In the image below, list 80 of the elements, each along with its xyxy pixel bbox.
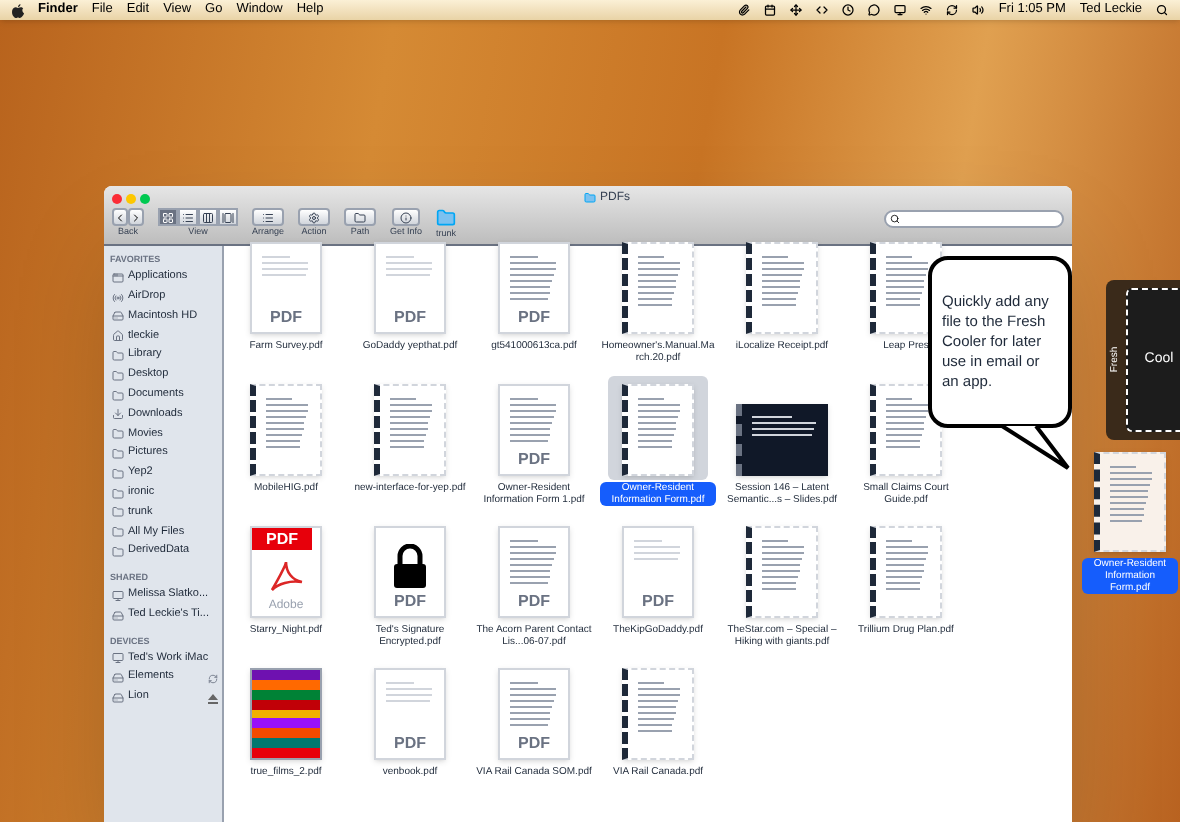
- pdf-label: PDF: [394, 736, 426, 752]
- chevron-left-icon: [114, 211, 126, 223]
- info-icon: [400, 211, 413, 223]
- folder-icon: [112, 448, 124, 461]
- column-view-button[interactable]: [198, 208, 218, 226]
- pdf-label: PDF: [518, 594, 550, 610]
- folder-icon: [584, 192, 596, 204]
- spiral-document-thumbnail: [746, 242, 818, 334]
- column-view-icon: [202, 211, 214, 223]
- folder-icon: [112, 389, 124, 402]
- folder-icon: [112, 350, 124, 363]
- cover-flow-button[interactable]: [218, 208, 238, 226]
- monitor-icon: [112, 652, 124, 665]
- code-icon[interactable]: [816, 4, 829, 16]
- volume-icon[interactable]: [972, 4, 985, 16]
- hard-drive-icon: [112, 310, 124, 323]
- gear-icon: [308, 211, 321, 223]
- cover-flow-icon: [222, 211, 234, 223]
- drive-icon: [112, 609, 124, 622]
- folder-icon: [112, 526, 124, 539]
- forward-button[interactable]: [128, 208, 144, 226]
- spiral-document-thumbnail: [250, 384, 322, 476]
- spiral-document-thumbnail: [622, 242, 694, 334]
- folder-icon: [112, 428, 124, 441]
- close-button[interactable]: [112, 193, 122, 203]
- apps-icon: [112, 271, 124, 284]
- spiral-document-thumbnail: [374, 384, 446, 476]
- folder-icon: [112, 467, 124, 480]
- drive-icon: [112, 692, 124, 705]
- pdf-label: PDF: [518, 736, 550, 752]
- display-icon[interactable]: [894, 4, 907, 16]
- back-button[interactable]: [112, 208, 128, 226]
- spiral-document-thumbnail: [746, 526, 818, 618]
- spiral-document-thumbnail: [870, 384, 942, 476]
- move-icon[interactable]: [790, 4, 803, 16]
- list-view-button[interactable]: [178, 208, 198, 226]
- chat-icon[interactable]: [868, 4, 881, 16]
- action-button[interactable]: [298, 208, 331, 226]
- pdf-label: PDF: [518, 310, 550, 326]
- pdf-label: PDF: [518, 452, 550, 468]
- folder-icon: [354, 211, 367, 223]
- acrobat-swirl-icon: [268, 559, 304, 591]
- pdf-label: PDF: [270, 310, 302, 326]
- folder-icon: [112, 487, 124, 500]
- folder-icon: [112, 369, 124, 382]
- sync-icon[interactable]: [946, 4, 959, 16]
- apple-icon[interactable]: [12, 3, 24, 17]
- pdf-label: PDF: [266, 531, 298, 547]
- dragged-document-thumbnail[interactable]: [1094, 452, 1166, 552]
- drive-icon: [112, 672, 124, 685]
- search-icon: [890, 214, 900, 224]
- search-field[interactable]: [884, 210, 1064, 228]
- padlock-icon: [392, 544, 428, 588]
- path-button[interactable]: [344, 208, 377, 226]
- pdf-label: PDF: [394, 594, 426, 610]
- wifi-icon[interactable]: [920, 4, 933, 16]
- pdf-label: PDF: [394, 310, 426, 326]
- clock-icon[interactable]: [842, 4, 855, 16]
- search-icon[interactable]: [1156, 4, 1168, 16]
- chevron-right-icon: [130, 211, 142, 223]
- download-icon: [112, 408, 124, 421]
- arrange-button[interactable]: [252, 208, 284, 226]
- calendar-icon[interactable]: [764, 4, 777, 16]
- spiral-document-thumbnail: [622, 668, 694, 760]
- folder-icon: [112, 506, 124, 519]
- antenna-icon: [112, 291, 124, 304]
- spiral-document-thumbnail: [870, 526, 942, 618]
- home-icon: [112, 330, 124, 343]
- paperclip-icon[interactable]: [738, 4, 751, 16]
- pdf-label: PDF: [642, 594, 674, 610]
- list-icon: [262, 211, 274, 223]
- icon-view-icon: [162, 211, 174, 223]
- eject-icon[interactable]: [208, 693, 218, 704]
- icon-view-button[interactable]: [158, 208, 178, 226]
- list-view-icon: [182, 211, 194, 223]
- folder-icon: [112, 546, 124, 559]
- slides-thumbnail: [736, 404, 828, 476]
- get-info-button[interactable]: [392, 208, 421, 226]
- striped-document-thumbnail: [250, 668, 322, 760]
- monitor-icon: [112, 589, 124, 602]
